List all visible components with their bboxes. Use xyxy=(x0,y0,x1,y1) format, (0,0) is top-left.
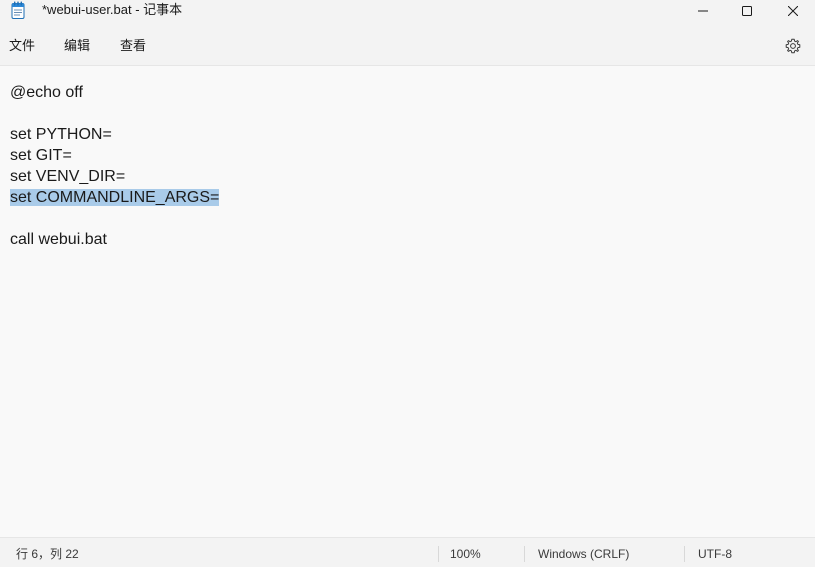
minimize-icon xyxy=(698,6,708,16)
status-bar: 行 6，列 22 100% Windows (CRLF) UTF-8 xyxy=(0,537,815,567)
editor-line: set GIT= xyxy=(10,147,72,164)
gear-icon[interactable] xyxy=(785,38,801,54)
editor-line: @echo off xyxy=(10,84,83,101)
cursor-position: 行 6，列 22 xyxy=(16,547,79,561)
status-divider xyxy=(684,546,685,562)
minimize-button[interactable] xyxy=(680,0,726,22)
menu-view[interactable]: 查看 xyxy=(120,38,146,54)
close-button[interactable] xyxy=(770,0,815,22)
close-icon xyxy=(788,6,798,16)
line-ending[interactable]: Windows (CRLF) xyxy=(538,547,629,561)
window-title: *webui-user.bat - 记事本 xyxy=(42,2,183,17)
editor-line: call webui.bat xyxy=(10,231,107,248)
editor-line: set PYTHON= xyxy=(10,126,112,143)
zoom-level[interactable]: 100% xyxy=(450,547,481,561)
selected-text: set COMMANDLINE_ARGS= xyxy=(10,189,220,206)
menu-file[interactable]: 文件 xyxy=(9,38,35,54)
maximize-button[interactable] xyxy=(724,0,770,22)
editor-line-selected: set COMMANDLINE_ARGS= xyxy=(10,187,220,208)
menu-bar: 文件 编辑 查看 xyxy=(0,30,815,66)
maximize-icon xyxy=(742,6,752,16)
title-bar[interactable]: *webui-user.bat - 记事本 xyxy=(0,0,815,30)
editor-line: set VENV_DIR= xyxy=(10,168,126,185)
encoding[interactable]: UTF-8 xyxy=(698,547,732,561)
menu-edit[interactable]: 编辑 xyxy=(64,38,90,54)
notepad-icon xyxy=(11,1,25,19)
status-divider xyxy=(524,546,525,562)
status-divider xyxy=(438,546,439,562)
text-editor[interactable]: @echo off set PYTHON= set GIT= set VENV_… xyxy=(0,66,815,536)
notepad-window: *webui-user.bat - 记事本 文件 编辑 查看 @echo off… xyxy=(0,0,815,567)
